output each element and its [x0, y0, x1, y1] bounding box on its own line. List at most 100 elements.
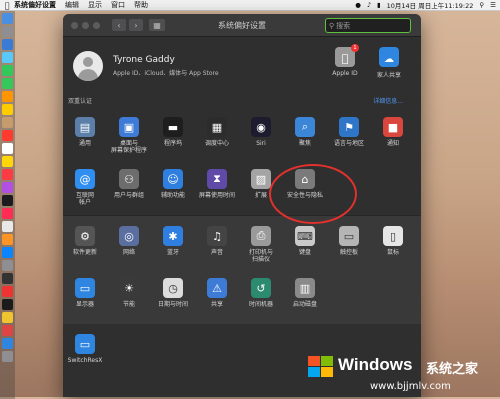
menu-window[interactable]: 窗口	[111, 0, 125, 10]
pref-label: 桌面与 屏幕保护程序	[110, 140, 147, 154]
calendar-icon[interactable]	[2, 130, 13, 141]
menu-view[interactable]: 显示	[88, 0, 102, 10]
pref-mouse[interactable]: ▯ 鼠标	[371, 220, 415, 272]
pref-sound[interactable]: ♫ 声音	[195, 220, 239, 272]
pref-label: 通知	[386, 140, 399, 147]
pref-dock[interactable]: ▬ 程序坞	[151, 111, 195, 163]
network-icon: ◎	[119, 226, 139, 246]
pref-time-machine[interactable]: ↺ 时间机器	[239, 272, 283, 324]
pref-notifications[interactable]: ■ 通知	[371, 111, 415, 163]
wifi-icon[interactable]: ●	[355, 1, 361, 9]
spotlight-icon: ⌕	[295, 117, 315, 137]
spotlight-menu-icon[interactable]: ⚲	[479, 1, 484, 9]
reminders-icon[interactable]	[2, 143, 13, 154]
pref-keyboard[interactable]: ⌨ 键盘	[283, 220, 327, 272]
clock[interactable]: 10月14日 周日上午11:19:22	[387, 0, 474, 10]
watermark-brand: Windows	[338, 355, 413, 374]
pref-software-update[interactable]: ⚙ 软件更新	[63, 220, 107, 272]
details-button[interactable]: 详细信息...	[373, 96, 403, 105]
minimize-button[interactable]	[82, 21, 89, 29]
pref-label: 日期与时间	[157, 301, 188, 308]
messages-icon[interactable]	[2, 78, 13, 89]
avatar[interactable]	[73, 51, 103, 81]
trackpad-icon: ▭	[339, 226, 359, 246]
grid-icon: ▦	[153, 20, 161, 30]
pref-switchresx[interactable]: ▭ SwitchResX	[63, 328, 107, 380]
mail-icon[interactable]	[2, 52, 13, 63]
stocks-icon[interactable]	[2, 221, 13, 232]
pref-desktop[interactable]: ▣ 桌面与 屏幕保护程序	[107, 111, 151, 163]
trash-icon[interactable]	[2, 351, 13, 362]
safari-icon[interactable]	[2, 39, 13, 50]
show-all-button[interactable]: ▦	[149, 19, 165, 31]
photos-icon[interactable]	[2, 104, 13, 115]
apple-menu-icon[interactable]: 	[0, 1, 14, 10]
apple-id-pref[interactable]:  1 Apple ID	[325, 44, 365, 77]
pref-trackpad[interactable]: ▭ 触控板	[327, 220, 371, 272]
pref-accessibility[interactable]: ☺ 辅助功能	[151, 163, 195, 215]
pref-mission-control[interactable]: ▦ 调度中心	[195, 111, 239, 163]
music-icon[interactable]	[2, 169, 13, 180]
pref-siri[interactable]: ◉ Siri	[239, 111, 283, 163]
menu-app-name[interactable]: 系统偏好设置	[14, 0, 56, 10]
books-icon[interactable]	[2, 234, 13, 245]
terminal-icon[interactable]	[2, 273, 13, 284]
maps-icon[interactable]	[2, 91, 13, 102]
pref-energy-saver[interactable]: ☀ 节能	[107, 272, 151, 324]
pref-printers[interactable]: ⎙ 打印机与 扫描仪	[239, 220, 283, 272]
battery-icon[interactable]: ▮	[377, 1, 381, 9]
pref-startup-disk[interactable]: ▥ 启动磁盘	[283, 272, 327, 324]
facetime-icon[interactable]	[2, 65, 13, 76]
pref-internet-accounts[interactable]: @ 互联网 帐户	[63, 163, 107, 215]
pref-network[interactable]: ◎ 网络	[107, 220, 151, 272]
watermark-url: www.bjjmlv.com	[370, 381, 451, 392]
search-field[interactable]: ⚲ 搜索	[325, 18, 411, 33]
pref-label: 显示器	[75, 301, 94, 308]
news-icon[interactable]	[2, 208, 13, 219]
pref-spotlight[interactable]: ⌕ 聚焦	[283, 111, 327, 163]
pref-general[interactable]: ▤ 通用	[63, 111, 107, 163]
apple-id-label: Apple ID	[332, 70, 358, 77]
launchpad-icon[interactable]	[2, 26, 13, 37]
family-sharing-pref[interactable]: ☁ 家人共享	[369, 47, 409, 79]
pref-label: 声音	[210, 249, 223, 256]
system-prefs-dock-icon[interactable]	[2, 260, 13, 271]
close-button[interactable]	[71, 21, 78, 29]
finder-icon[interactable]	[2, 13, 13, 24]
menu-edit[interactable]: 编辑	[65, 0, 79, 10]
zoom-button[interactable]	[93, 21, 100, 29]
pref-bluetooth[interactable]: ✱ 蓝牙	[151, 220, 195, 272]
menu-bar:  系统偏好设置 编辑 显示 窗口 帮助 ● ♪ ▮ 10月14日 周日上午11…	[0, 0, 500, 11]
forward-button[interactable]: ›	[129, 19, 143, 31]
notification-badge: 1	[351, 44, 359, 52]
pref-displays[interactable]: ▭ 显示器	[63, 272, 107, 324]
menu-list-icon[interactable]: ☰	[490, 1, 496, 9]
pref-users-groups[interactable]: ⚇ 用户与群组	[107, 163, 151, 215]
volume-icon[interactable]: ♪	[367, 1, 371, 9]
menu-help[interactable]: 帮助	[134, 0, 148, 10]
pref-language[interactable]: ⚑ 语言与地区	[327, 111, 371, 163]
app-icon[interactable]	[2, 312, 13, 323]
pref-extensions[interactable]: ▨ 扩展	[239, 163, 283, 215]
status-area: ● ♪ ▮ 10月14日 周日上午11:19:22 ⚲ ☰	[355, 0, 500, 10]
notes-icon[interactable]	[2, 156, 13, 167]
appstore-icon[interactable]	[2, 247, 13, 258]
pref-screen-time[interactable]: ⧗ 屏幕使用时间	[195, 163, 239, 215]
app-icon[interactable]	[2, 325, 13, 336]
time-machine-icon: ↺	[251, 278, 271, 298]
pref-label: 通用	[78, 140, 91, 147]
podcasts-icon[interactable]	[2, 182, 13, 193]
pref-label: 触控板	[339, 249, 358, 256]
pref-label: 共享	[210, 301, 223, 308]
app-icon[interactable]	[2, 299, 13, 310]
pref-security-privacy[interactable]: ⌂ 安全性与隐私	[283, 163, 327, 215]
back-button[interactable]: ‹	[112, 19, 126, 31]
tv-icon[interactable]	[2, 195, 13, 206]
contacts-icon[interactable]	[2, 117, 13, 128]
pref-date-time[interactable]: ◷ 日期与时间	[151, 272, 195, 324]
pref-sharing[interactable]: ⚠ 共享	[195, 272, 239, 324]
app-icon[interactable]	[2, 286, 13, 297]
app-icon[interactable]	[2, 338, 13, 349]
pref-label: 时间机器	[248, 301, 273, 308]
user-name: Tyrone Gaddy	[113, 55, 175, 65]
